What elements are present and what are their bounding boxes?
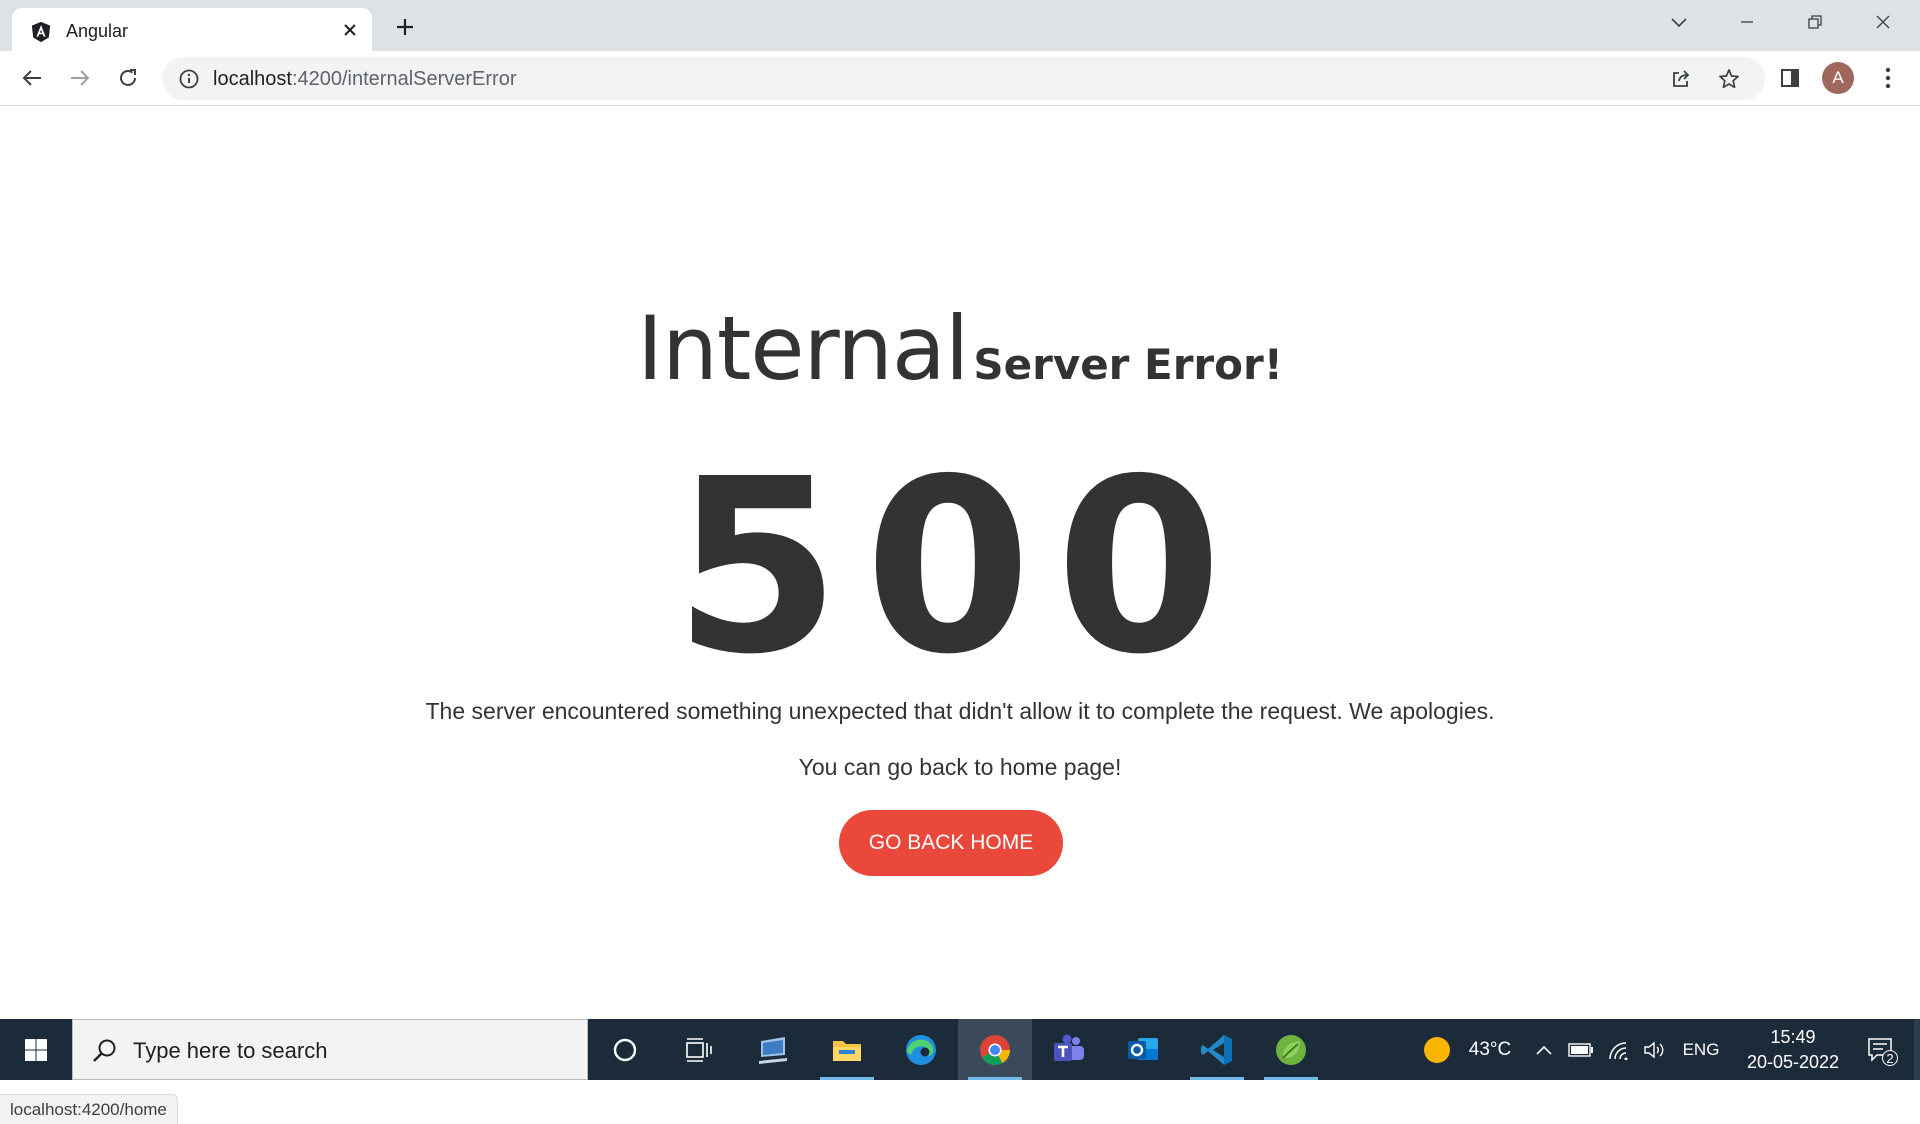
teams-icon xyxy=(1054,1034,1084,1061)
cortana-icon xyxy=(613,1038,637,1061)
plus-icon xyxy=(397,19,413,35)
angular-icon xyxy=(31,21,51,43)
taskbar-search[interactable]: Type here to search xyxy=(72,1019,588,1080)
address-bar[interactable]: localhost:4200/internalServerError xyxy=(162,57,1765,100)
clock-time: 15:49 xyxy=(1770,1027,1816,1047)
vscode-app[interactable] xyxy=(1180,1019,1254,1080)
show-desktop-button[interactable] xyxy=(1914,1019,1920,1080)
search-icon xyxy=(93,1039,116,1062)
battery-indicator[interactable] xyxy=(1566,1019,1596,1080)
side-panel-button[interactable] xyxy=(1772,60,1808,96)
forward-button[interactable] xyxy=(62,60,98,96)
speaker-icon xyxy=(1644,1041,1664,1058)
profile-avatar[interactable]: A xyxy=(1822,62,1854,94)
tab-title: Angular xyxy=(66,21,129,41)
start-button[interactable] xyxy=(0,1019,72,1080)
new-tab-button[interactable] xyxy=(388,10,422,44)
notification-center-button[interactable]: 2 xyxy=(1856,1019,1906,1080)
windows-icon xyxy=(25,1038,47,1061)
menu-button[interactable] xyxy=(1870,60,1906,96)
clock[interactable]: 15:49 20-05-2022 xyxy=(1733,1025,1853,1075)
chevron-up-icon xyxy=(1536,1045,1552,1055)
home-hint: You can go back to home page! xyxy=(798,754,1122,780)
chrome-app[interactable] xyxy=(958,1019,1032,1080)
wifi-icon xyxy=(1609,1041,1628,1060)
restore-icon xyxy=(1808,15,1822,29)
share-icon xyxy=(1673,70,1690,87)
title-server-error: Server Error! xyxy=(973,340,1283,389)
remote-desktop-app[interactable] xyxy=(736,1019,810,1080)
close-window-button[interactable] xyxy=(1849,0,1917,44)
browser-toolbar: localhost:4200/internalServerError A xyxy=(0,51,1920,106)
folder-icon xyxy=(833,1040,861,1061)
minimize-button[interactable] xyxy=(1713,0,1781,44)
search-placeholder: Type here to search xyxy=(133,1038,328,1063)
clock-date: 20-05-2022 xyxy=(1746,1052,1840,1072)
error-code: 500 xyxy=(673,427,1247,707)
notification-count-badge: 2 xyxy=(1882,1050,1898,1066)
star-icon xyxy=(1719,69,1739,89)
tab-search-button[interactable] xyxy=(1645,0,1713,44)
arrow-right-icon xyxy=(71,70,90,86)
spring-tool-suite-app[interactable] xyxy=(1254,1019,1328,1080)
task-view-button[interactable] xyxy=(662,1019,736,1080)
network-indicator[interactable] xyxy=(1604,1019,1634,1080)
more-vertical-icon xyxy=(1885,67,1891,89)
bookmark-button[interactable] xyxy=(1715,65,1743,93)
back-button[interactable] xyxy=(14,60,50,96)
input-language[interactable]: ENG xyxy=(1676,1019,1726,1080)
page-title: Internal Server Error! xyxy=(0,297,1920,400)
info-icon[interactable] xyxy=(178,68,200,90)
outlook-app[interactable] xyxy=(1106,1019,1180,1080)
reload-button[interactable] xyxy=(110,60,146,96)
cortana-button[interactable] xyxy=(588,1019,662,1080)
spring-leaf-icon xyxy=(1276,1034,1306,1065)
show-hidden-icons-button[interactable] xyxy=(1530,1019,1558,1080)
error-message: The server encountered something unexpec… xyxy=(425,698,1495,724)
outlook-icon xyxy=(1128,1037,1158,1060)
url-host: localhost xyxy=(213,68,292,90)
browser-tab[interactable]: Angular xyxy=(12,8,372,51)
close-icon xyxy=(344,24,356,36)
teams-app[interactable] xyxy=(1032,1019,1106,1080)
page-content: Internal Server Error! 500 The server en… xyxy=(0,107,1920,1124)
sun-icon xyxy=(1424,1036,1450,1063)
weather-temperature[interactable]: 43°C xyxy=(1460,1019,1520,1080)
battery-icon xyxy=(1568,1042,1593,1057)
chevron-down-icon xyxy=(1671,18,1687,28)
chrome-icon xyxy=(980,1034,1010,1065)
tab-close-button[interactable] xyxy=(336,16,364,44)
url-path: :4200/internalServerError xyxy=(291,68,517,90)
minimize-icon xyxy=(1741,21,1753,23)
task-view-icon xyxy=(686,1037,712,1062)
arrow-left-icon xyxy=(22,70,41,86)
vscode-icon xyxy=(1201,1034,1232,1065)
restore-button[interactable] xyxy=(1781,0,1849,44)
edge-app[interactable] xyxy=(884,1019,958,1080)
edge-icon xyxy=(906,1034,936,1065)
go-back-home-button[interactable]: GO BACK HOME xyxy=(839,810,1063,876)
title-internal: Internal xyxy=(637,297,969,400)
url-text[interactable]: localhost:4200/internalServerError xyxy=(213,68,517,91)
file-explorer-app[interactable] xyxy=(810,1019,884,1080)
volume-indicator[interactable] xyxy=(1640,1019,1670,1080)
tab-strip: Angular xyxy=(0,0,1920,51)
link-status-bubble: localhost:4200/home xyxy=(0,1094,178,1124)
windows-taskbar: Type here to search 43°C ENG 15:49 20-05… xyxy=(0,1019,1920,1080)
reload-icon xyxy=(120,69,136,86)
side-panel-icon xyxy=(1781,69,1799,87)
close-icon xyxy=(1876,15,1890,29)
share-button[interactable] xyxy=(1667,65,1695,93)
remote-desktop-icon xyxy=(759,1036,787,1064)
weather-widget[interactable] xyxy=(1416,1019,1458,1080)
